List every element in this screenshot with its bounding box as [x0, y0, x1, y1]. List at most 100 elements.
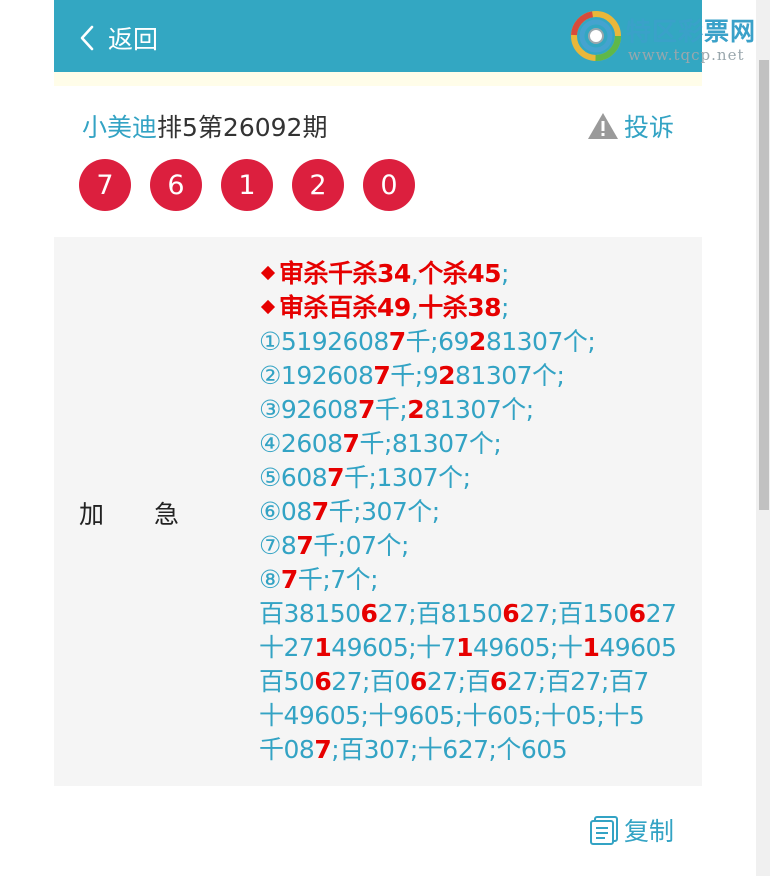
copy-button[interactable]: 复制 [588, 812, 674, 848]
kill-text: 审杀千杀34 [279, 259, 411, 288]
prediction-line: 千087;百307;十627;个605 [259, 733, 695, 767]
prediction-text: 49605;十 [472, 633, 583, 662]
complain-label: 投诉 [624, 113, 675, 142]
prediction-text: ⑤608 [259, 463, 328, 492]
prediction-line: 十49605;十9605;十605;十05;十5 [259, 699, 695, 733]
issue-title: 排5第26092期 [157, 113, 328, 142]
result-ball: 0 [363, 159, 415, 211]
prediction-text: 千; [374, 395, 408, 424]
copy-icon [590, 816, 618, 845]
highlight-digit: 7 [357, 395, 375, 424]
prediction-text: ①5192608 [259, 327, 389, 356]
prediction-text: 49605 [599, 633, 677, 662]
highlight-digit: 2 [407, 395, 425, 424]
prediction-text: 千;307个; [328, 497, 441, 526]
prediction-text: ⑦8 [259, 531, 297, 560]
result-ball: 6 [150, 159, 202, 211]
prediction-line: ⑧7千;7个; [259, 563, 695, 597]
copy-label: 复制 [624, 817, 675, 846]
prediction-text: 27;百0 [331, 667, 410, 696]
prediction-text: 81307个; [424, 395, 534, 424]
highlight-digit: 1 [582, 633, 600, 662]
prediction-text: 千08 [259, 735, 315, 764]
prediction-text: 27;百150 [519, 599, 629, 628]
prediction-text: 百50 [259, 667, 315, 696]
page-title: 小美迪排5第26092期 [82, 108, 327, 144]
highlight-digit: 7 [311, 497, 329, 526]
result-ball: 7 [79, 159, 131, 211]
prediction-panel: 加急 审杀千杀34,个杀45; 审杀百杀49,十杀38; ①51926087千;… [54, 237, 702, 786]
prediction-text: 十49605;十9605;十605;十05;十5 [259, 701, 645, 730]
prediction-text: ⑥08 [259, 497, 312, 526]
prediction-text: 27;百 [426, 667, 491, 696]
highlight-digit: 2 [438, 361, 456, 390]
highlight-digit: 7 [296, 531, 314, 560]
kill-text: 个杀45 [418, 259, 502, 288]
prediction-text: ④2608 [259, 429, 343, 458]
complain-button[interactable]: 投诉 [586, 108, 674, 144]
prediction-line: ⑤6087千;1307个; [259, 461, 695, 495]
prediction-text: 27;百8150 [377, 599, 503, 628]
rainbow-circle-icon [571, 11, 621, 61]
prediction-text: ③92608 [259, 395, 358, 424]
prediction-line: ⑦87千;07个; [259, 529, 695, 563]
prediction-line: ①51926087千;69281307个; [259, 325, 695, 359]
prediction-text: 千;69 [405, 327, 470, 356]
prediction-text: ②192608 [259, 361, 374, 390]
kill-sep: ; [501, 259, 509, 288]
back-label: 返回 [108, 25, 159, 54]
highlight-digit: 7 [327, 463, 345, 492]
expert-name-link[interactable]: 小美迪 [82, 113, 157, 142]
prediction-text: 27;百27;百7 [506, 667, 649, 696]
highlight-digit: 6 [628, 599, 646, 628]
result-ball: 2 [292, 159, 344, 211]
diamond-icon [260, 265, 276, 281]
prediction-text: 千;1307个; [344, 463, 471, 492]
highlight-digit: 6 [502, 599, 520, 628]
prediction-text: 千;81307个; [359, 429, 502, 458]
highlight-digit: 6 [490, 667, 507, 696]
prediction-text: 十27 [259, 633, 315, 662]
highlight-digit: 7 [280, 565, 298, 594]
prediction-line: ②1926087千;9281307个; [259, 359, 695, 393]
prediction-text: 81307个; [455, 361, 565, 390]
logo-text: 特区彩票网 [626, 17, 757, 46]
back-button[interactable]: 返回 [78, 18, 158, 58]
highlight-digit: 1 [456, 633, 473, 662]
highlight-digit: 7 [342, 429, 360, 458]
prediction-text: 81307个; [485, 327, 596, 356]
scrollbar[interactable] [756, 0, 770, 876]
highlight-digit: 2 [468, 327, 486, 356]
highlight-digit: 7 [373, 361, 391, 390]
prediction-text: 27 [645, 599, 677, 628]
screen: 返回 小美迪排5第26092期 投诉 7 6 1 2 0 加急 审杀千杀34,个… [0, 0, 770, 876]
prediction-line: ⑥087千;307个; [259, 495, 695, 529]
result-ball: 1 [221, 159, 273, 211]
prediction-text: 百38150 [259, 599, 361, 628]
prediction-line: 十27149605;十7149605;十149605 [259, 631, 695, 665]
kill-line: 审杀千杀34,个杀45; [259, 257, 695, 291]
highlight-digit: 6 [409, 667, 427, 696]
diamond-icon [260, 299, 276, 315]
prediction-line: ③926087千;281307个; [259, 393, 695, 427]
logo-url: www.tqcp.net [628, 46, 745, 64]
prediction-text: 千;7个; [297, 565, 379, 594]
warning-icon [588, 113, 618, 139]
prediction-line: 百38150627;百8150627;百150627 [259, 597, 695, 631]
highlight-digit: 7 [388, 327, 406, 356]
kill-sep: ; [501, 293, 509, 322]
scrollbar-thumb[interactable] [759, 60, 769, 510]
site-logo: 特区彩票网 www.tqcp.net [566, 8, 770, 68]
kill-text: 十杀38 [418, 293, 502, 322]
highlight-digit: 6 [314, 667, 332, 696]
page: 返回 小美迪排5第26092期 投诉 7 6 1 2 0 加急 审杀千杀34,个… [54, 0, 702, 876]
prediction-text: 千;9 [390, 361, 439, 390]
highlight-digit: 1 [314, 633, 332, 662]
highlight-digit: 6 [360, 599, 378, 628]
highlight-digit: 7 [314, 735, 332, 764]
header-strip [54, 72, 702, 86]
chevron-left-icon [80, 25, 94, 51]
prediction-text: ;百307;十627;个605 [331, 735, 568, 764]
prediction-text: 49605;十7 [331, 633, 457, 662]
kill-text: 审杀百杀49 [279, 293, 411, 322]
